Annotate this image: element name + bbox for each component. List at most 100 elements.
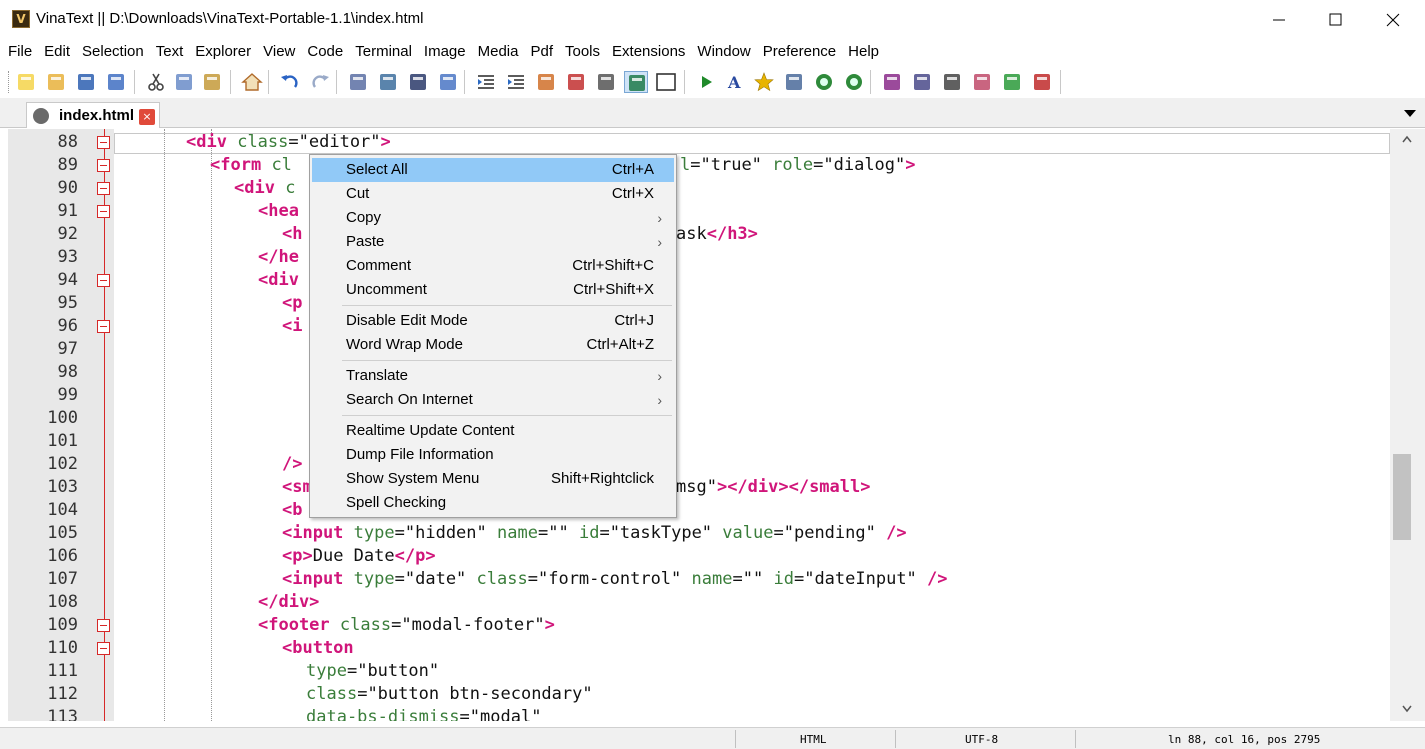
menu-extensions[interactable]: Extensions bbox=[606, 40, 691, 64]
run-button[interactable] bbox=[694, 71, 718, 93]
tab-close-button[interactable]: × bbox=[139, 109, 155, 125]
properties-button[interactable] bbox=[594, 71, 618, 93]
menu-edit[interactable]: Edit bbox=[38, 40, 76, 64]
chevron-down-icon[interactable] bbox=[1402, 705, 1412, 713]
fold-toggle-icon[interactable] bbox=[97, 274, 110, 287]
chevron-down-icon[interactable] bbox=[1402, 106, 1418, 120]
image-list-button[interactable] bbox=[910, 71, 934, 93]
menu-item-search-on-internet[interactable]: Search On Internet › bbox=[312, 388, 674, 412]
open-folder-button[interactable] bbox=[44, 71, 68, 93]
book-button[interactable] bbox=[970, 71, 994, 93]
menu-help[interactable]: Help bbox=[842, 40, 885, 64]
fold-toggle-icon[interactable] bbox=[97, 159, 110, 172]
menu-item-paste[interactable]: Paste › bbox=[312, 230, 674, 254]
menu-pdf[interactable]: Pdf bbox=[524, 40, 559, 64]
code-line[interactable]: 104 <b bbox=[0, 499, 1390, 522]
maximize-button[interactable] bbox=[1312, 0, 1358, 40]
menu-view[interactable]: View bbox=[257, 40, 301, 64]
menu-media[interactable]: Media bbox=[472, 40, 525, 64]
code-line[interactable]: 112 class="button btn-secondary" bbox=[0, 683, 1390, 706]
code-line[interactable]: 95 <p bbox=[0, 292, 1390, 315]
menu-item-cut[interactable]: Cut Ctrl+X bbox=[312, 182, 674, 206]
menu-item-select-all[interactable]: Select All Ctrl+A bbox=[312, 158, 674, 182]
code-line[interactable]: 102 /> bbox=[0, 453, 1390, 476]
fold-toggle-icon[interactable] bbox=[97, 320, 110, 333]
code-line[interactable]: 103 <sm msg"></div></small> bbox=[0, 476, 1390, 499]
paste-button[interactable] bbox=[200, 71, 224, 93]
refresh-button[interactable] bbox=[1000, 71, 1024, 93]
menu-item-uncomment[interactable]: Uncomment Ctrl+Shift+X bbox=[312, 278, 674, 302]
code-line[interactable]: 91 <hea bbox=[0, 200, 1390, 223]
window-stack-button[interactable] bbox=[940, 71, 964, 93]
menu-item-disable-edit-mode[interactable]: Disable Edit Mode Ctrl+J bbox=[312, 309, 674, 333]
fold-toggle-icon[interactable] bbox=[97, 136, 110, 149]
fold-toggle-icon[interactable] bbox=[97, 205, 110, 218]
menu-file[interactable]: File bbox=[2, 40, 38, 64]
code-line[interactable]: 99 bbox=[0, 384, 1390, 407]
status-language[interactable]: HTML bbox=[800, 733, 827, 746]
code-line[interactable]: 92 <h ask</h3> bbox=[0, 223, 1390, 246]
save-button[interactable] bbox=[74, 71, 98, 93]
code-line[interactable]: 107 <input type="date" class="form-contro… bbox=[0, 568, 1390, 591]
code-line[interactable]: 110 <button bbox=[0, 637, 1390, 660]
code-line[interactable]: 108 </div> bbox=[0, 591, 1390, 614]
cut-button[interactable] bbox=[144, 71, 168, 93]
replace-button[interactable] bbox=[436, 71, 460, 93]
code-line[interactable]: 111 type="button" bbox=[0, 660, 1390, 683]
chevron-up-icon[interactable] bbox=[1402, 135, 1412, 143]
save-all-button[interactable] bbox=[104, 71, 128, 93]
copy-button[interactable] bbox=[172, 71, 196, 93]
menu-text[interactable]: Text bbox=[150, 40, 190, 64]
menu-tools[interactable]: Tools bbox=[559, 40, 606, 64]
toolbar-grip[interactable] bbox=[8, 71, 11, 93]
menu-image[interactable]: Image bbox=[418, 40, 472, 64]
code-line[interactable]: 113 data-bs-dismiss="modal" bbox=[0, 706, 1390, 721]
find-button[interactable] bbox=[406, 71, 430, 93]
menu-item-translate[interactable]: Translate › bbox=[312, 364, 674, 388]
fold-toggle-icon[interactable] bbox=[97, 642, 110, 655]
font-button[interactable]: A bbox=[722, 71, 746, 93]
scrollbar-thumb[interactable] bbox=[1393, 454, 1411, 540]
menu-terminal[interactable]: Terminal bbox=[349, 40, 418, 64]
code-line[interactable]: 89 <form cl l="true" role="dialog"> bbox=[0, 154, 1390, 177]
image-remove-button[interactable] bbox=[564, 71, 588, 93]
fold-toggle-icon[interactable] bbox=[97, 619, 110, 632]
code-line[interactable]: 100 bbox=[0, 407, 1390, 430]
close-window-button[interactable] bbox=[1370, 0, 1416, 40]
vertical-scrollbar[interactable] bbox=[1390, 129, 1425, 721]
split-view-button[interactable] bbox=[624, 71, 648, 93]
status-encoding[interactable]: UTF-8 bbox=[965, 733, 998, 746]
image-edit-button[interactable] bbox=[880, 71, 904, 93]
code-line[interactable]: 101 bbox=[0, 430, 1390, 453]
menu-item-spell-checking[interactable]: Spell Checking bbox=[312, 491, 674, 515]
code-line[interactable]: 90 <div c bbox=[0, 177, 1390, 200]
code-line[interactable]: 88 <div class="editor"> bbox=[0, 131, 1390, 154]
fold-toggle-icon[interactable] bbox=[97, 182, 110, 195]
indent-button[interactable] bbox=[474, 71, 498, 93]
menu-window[interactable]: Window bbox=[691, 40, 756, 64]
menu-selection[interactable]: Selection bbox=[76, 40, 150, 64]
code-line[interactable]: 109 <footer class="modal-footer"> bbox=[0, 614, 1390, 637]
code-line[interactable]: 93 </he bbox=[0, 246, 1390, 269]
outdent-button[interactable] bbox=[504, 71, 528, 93]
menu-item-copy[interactable]: Copy › bbox=[312, 206, 674, 230]
menu-preference[interactable]: Preference bbox=[757, 40, 842, 64]
menu-code[interactable]: Code bbox=[301, 40, 349, 64]
image-compare-button[interactable] bbox=[376, 71, 400, 93]
menu-item-show-system-menu[interactable]: Show System Menu Shift+Rightclick bbox=[312, 467, 674, 491]
code-line[interactable]: 106 <p>Due Date</p> bbox=[0, 545, 1390, 568]
layers-button[interactable] bbox=[782, 71, 806, 93]
code-line[interactable]: 105 <input type="hidden" name="" id="task… bbox=[0, 522, 1390, 545]
back-button[interactable] bbox=[812, 71, 836, 93]
code-line[interactable]: 96 <i bbox=[0, 315, 1390, 338]
code-line[interactable]: 98 bbox=[0, 361, 1390, 384]
close-document-button[interactable] bbox=[1030, 71, 1054, 93]
home-button[interactable] bbox=[240, 71, 264, 93]
hand-button[interactable] bbox=[534, 71, 558, 93]
undo-button[interactable] bbox=[278, 71, 302, 93]
document-button[interactable] bbox=[346, 71, 370, 93]
redo-button[interactable] bbox=[308, 71, 332, 93]
menu-explorer[interactable]: Explorer bbox=[189, 40, 257, 64]
window-button[interactable] bbox=[654, 71, 678, 93]
menu-item-comment[interactable]: Comment Ctrl+Shift+C bbox=[312, 254, 674, 278]
